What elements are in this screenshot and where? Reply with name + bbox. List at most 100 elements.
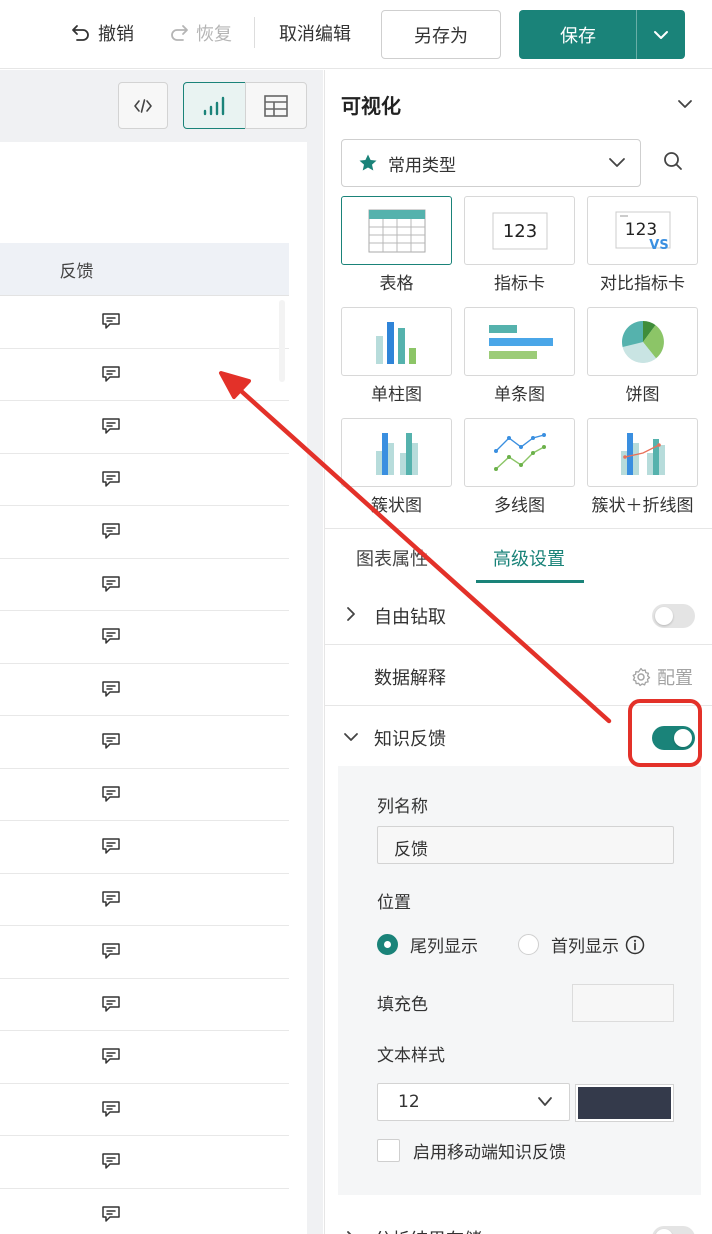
comment-icon[interactable]	[101, 575, 121, 593]
redo-button[interactable]: 恢复	[168, 20, 232, 46]
chart-type-pie[interactable]: 饼图	[587, 307, 698, 405]
comment-icon[interactable]	[101, 942, 121, 960]
table-row	[0, 821, 289, 874]
result-storage-label: 分析结果存储	[374, 1226, 482, 1234]
setting-data-explain: 数据解释 配置	[325, 645, 712, 706]
redo-label: 恢复	[196, 24, 232, 45]
cancel-edit-button[interactable]: 取消编辑	[279, 20, 351, 46]
setting-result-storage: 分析结果存储	[325, 1216, 712, 1234]
chevron-down-icon	[538, 1097, 552, 1106]
column-header-feedback[interactable]: 反馈	[60, 257, 94, 282]
comment-icon[interactable]	[101, 680, 121, 698]
comment-icon[interactable]	[101, 785, 121, 803]
comment-icon[interactable]	[101, 1047, 121, 1065]
undo-icon	[72, 25, 89, 41]
chart-type-compare-kpi[interactable]: 123 VS 对比指标卡	[587, 196, 698, 294]
chart-search-button[interactable]	[663, 151, 683, 175]
chart-type-bar[interactable]: 单条图	[464, 307, 575, 405]
chart-type-label: 表格	[379, 274, 414, 294]
position-last-radio[interactable]: 尾列显示	[377, 932, 478, 957]
text-color-picker[interactable]	[575, 1084, 674, 1122]
comment-icon[interactable]	[101, 837, 121, 855]
chart-type-table[interactable]: 表格	[341, 196, 452, 294]
table-row	[0, 454, 289, 506]
preview-pane: 反馈	[0, 70, 323, 1234]
chevron-right-icon[interactable]	[345, 606, 357, 622]
table-row	[0, 874, 289, 926]
fill-color-picker[interactable]	[572, 984, 674, 1022]
chart-type-label: 单柱图	[371, 385, 422, 405]
comment-icon[interactable]	[101, 365, 121, 383]
config-button[interactable]: 配置	[631, 664, 693, 690]
comment-icon[interactable]	[101, 627, 121, 645]
table-row	[0, 506, 289, 559]
table-view-button[interactable]	[245, 82, 307, 129]
table-row	[0, 769, 289, 821]
chevron-down-icon	[654, 30, 668, 39]
chart-type-value: 常用类型	[388, 155, 456, 176]
code-view-button[interactable]	[118, 82, 168, 129]
chart-type-label: 指标卡	[494, 274, 545, 294]
undo-label: 撤销	[98, 24, 134, 45]
comment-icon[interactable]	[101, 417, 121, 435]
search-icon	[664, 152, 682, 170]
chart-type-label: 簇状＋折线图	[591, 496, 694, 516]
text-style-label: 文本样式	[377, 1046, 445, 1066]
collapse-panel-button[interactable]	[677, 94, 693, 113]
chart-type-column[interactable]: 单柱图	[341, 307, 452, 405]
checkbox-box	[377, 1139, 400, 1162]
undo-button[interactable]: 撤销	[70, 20, 134, 46]
save-as-button[interactable]: 另存为	[381, 10, 501, 59]
toggle-knob	[655, 607, 673, 625]
column-chart-icon	[341, 307, 452, 376]
table-row	[0, 611, 289, 664]
kpi-sample-text: 123	[502, 221, 536, 242]
chart-type-clustered[interactable]: 簇状图	[341, 418, 452, 516]
chart-type-combo[interactable]: 簇状＋折线图	[587, 418, 698, 516]
info-icon[interactable]	[625, 935, 645, 955]
comment-icon[interactable]	[101, 1205, 121, 1223]
settings-panel: 可视化 常用类型 表格 123 指标卡 123 VS 对比指标卡 单柱图 单条图…	[324, 70, 712, 1234]
table-row	[0, 1031, 289, 1084]
scrollbar[interactable]	[279, 300, 285, 382]
chart-view-button[interactable]	[183, 82, 246, 129]
comment-icon[interactable]	[101, 995, 121, 1013]
chart-type-kpi[interactable]: 123 指标卡	[464, 196, 575, 294]
comment-icon[interactable]	[101, 312, 121, 330]
tab-chart-properties[interactable]: 图表属性	[356, 545, 428, 571]
comment-icon[interactable]	[101, 1100, 121, 1118]
chevron-down-icon	[609, 158, 625, 167]
table-chart-icon	[341, 196, 452, 265]
save-dropdown-button[interactable]	[637, 10, 685, 59]
position-first-radio[interactable]: 首列显示	[518, 932, 645, 957]
text-color-swatch	[578, 1087, 671, 1119]
table-body	[0, 296, 289, 1234]
chevron-right-icon[interactable]	[345, 1230, 357, 1234]
font-size-value: 12	[398, 1092, 420, 1112]
column-name-input[interactable]: 反馈	[377, 826, 674, 864]
result-storage-toggle[interactable]	[652, 1226, 695, 1234]
chevron-down-icon	[678, 100, 692, 108]
save-label: 保存	[560, 25, 596, 47]
chart-type-select[interactable]: 常用类型	[341, 139, 641, 187]
font-size-select[interactable]: 12	[377, 1083, 570, 1121]
chart-type-multiline[interactable]: 多线图	[464, 418, 575, 516]
toolbar-divider	[254, 17, 255, 48]
comment-icon[interactable]	[101, 522, 121, 540]
drill-toggle[interactable]	[652, 604, 695, 628]
position-last-label: 尾列显示	[410, 937, 478, 957]
comment-icon[interactable]	[101, 1152, 121, 1170]
table-row	[0, 559, 289, 611]
table-icon	[264, 94, 288, 117]
compare-vs-text: VS	[649, 238, 668, 251]
comment-icon[interactable]	[101, 470, 121, 488]
tab-advanced-settings[interactable]: 高级设置	[493, 545, 565, 571]
save-button[interactable]: 保存	[519, 10, 637, 59]
mobile-feedback-checkbox[interactable]: 启用移动端知识反馈	[377, 1138, 566, 1163]
comment-icon[interactable]	[101, 890, 121, 908]
table-row	[0, 1084, 289, 1136]
compare-kpi-icon: 123 VS	[587, 196, 698, 265]
chevron-down-icon[interactable]	[343, 731, 359, 743]
comment-icon[interactable]	[101, 732, 121, 750]
panel-title: 可视化	[341, 94, 401, 118]
